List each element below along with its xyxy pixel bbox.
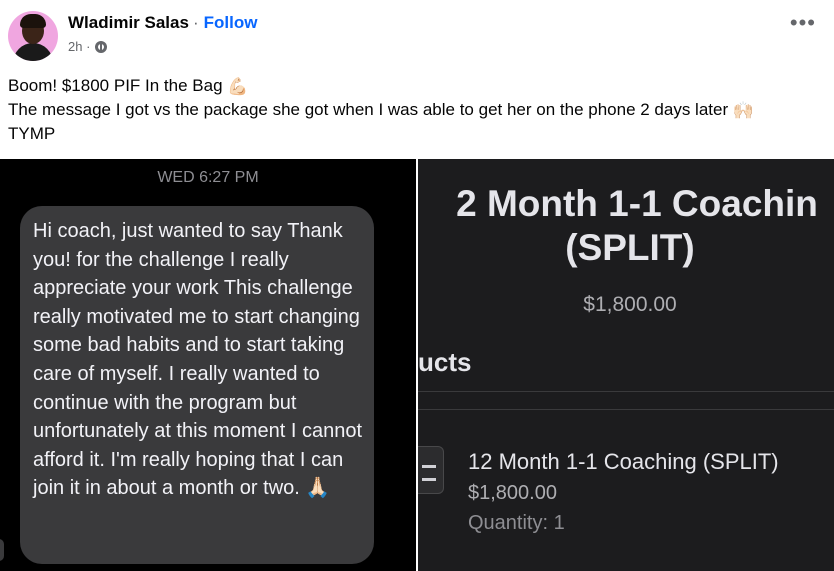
author-row: Wladimir Salas · Follow bbox=[68, 13, 257, 33]
avatar-hair bbox=[20, 14, 46, 28]
divider-line bbox=[418, 391, 834, 392]
raised-hands-icon: 🙌🏻 bbox=[732, 101, 755, 121]
product-name: 12 Month 1-1 Coaching (SPLIT) bbox=[468, 449, 779, 474]
partial-bubble bbox=[0, 539, 4, 561]
post-meta: 2h · bbox=[68, 39, 108, 54]
package-price: $1,800.00 bbox=[583, 293, 677, 316]
message-screenshot-image[interactable]: WED 6:27 PM Hi coach, just wanted to say… bbox=[0, 159, 416, 571]
caption-line-1: Boom! $1800 PIF In the Bag 💪🏻 bbox=[8, 76, 249, 97]
product-thumbnail-icon bbox=[418, 446, 444, 494]
separator-dot: · bbox=[192, 13, 199, 32]
product-price: $1,800.00 bbox=[468, 482, 557, 504]
message-timestamp: WED 6:27 PM bbox=[157, 169, 259, 186]
post-timestamp[interactable]: 2h · bbox=[68, 39, 90, 54]
follow-button[interactable]: Follow bbox=[204, 13, 258, 32]
avatar-body bbox=[13, 43, 53, 61]
package-screenshot-image[interactable]: 2 Month 1-1 Coachin (SPLIT) $1,800.00 uc… bbox=[418, 159, 834, 571]
caption-line-2: The message I got vs the package she got… bbox=[8, 100, 755, 121]
post-caption: Boom! $1800 PIF In the Bag 💪🏻 The messag… bbox=[8, 74, 754, 145]
author-name[interactable]: Wladimir Salas bbox=[68, 13, 189, 32]
flexed-biceps-icon: 💪🏻 bbox=[227, 77, 249, 97]
package-subtitle: (SPLIT) bbox=[565, 227, 695, 268]
globe-icon bbox=[95, 40, 108, 53]
post-header: Wladimir Salas · Follow 2h · ••• bbox=[0, 0, 834, 66]
products-heading: ucts bbox=[418, 347, 472, 377]
more-options-button[interactable]: ••• bbox=[790, 12, 816, 34]
divider-line bbox=[418, 409, 834, 410]
avatar[interactable] bbox=[8, 11, 58, 61]
message-text: Hi coach, just wanted to say Thank you! … bbox=[33, 220, 363, 500]
praying-hands-icon: 🙏🏻 bbox=[305, 477, 331, 500]
caption-line-3: TYMP bbox=[8, 124, 56, 144]
product-quantity: Quantity: 1 bbox=[468, 512, 565, 534]
package-title: 2 Month 1-1 Coachin bbox=[456, 183, 818, 224]
